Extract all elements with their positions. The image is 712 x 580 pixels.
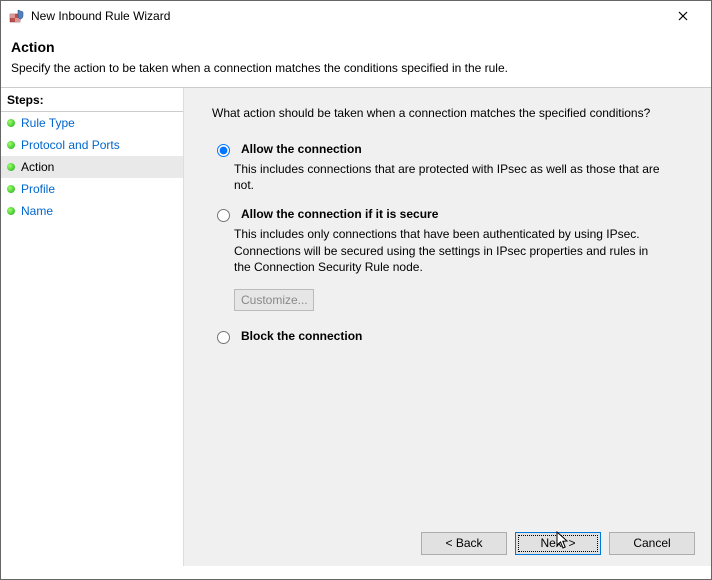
step-label: Name <box>21 204 53 218</box>
customize-wrap: Customize... <box>234 289 691 311</box>
steps-heading: Steps: <box>1 90 183 112</box>
customize-button: Customize... <box>234 289 314 311</box>
page-title: Action <box>11 39 701 55</box>
next-button[interactable]: Next > <box>515 532 601 555</box>
radio-block[interactable] <box>217 331 230 344</box>
step-profile[interactable]: Profile <box>1 178 183 200</box>
window-title: New Inbound Rule Wizard <box>31 9 663 23</box>
step-label: Action <box>21 160 54 174</box>
radio-allow-secure[interactable] <box>217 209 230 222</box>
title-bar: New Inbound Rule Wizard <box>1 1 711 31</box>
step-bullet-icon <box>7 185 15 193</box>
step-bullet-icon <box>7 207 15 215</box>
step-bullet-icon <box>7 141 15 149</box>
radio-allow[interactable] <box>217 144 230 157</box>
option-allow-secure: Allow the connection if it is secure <box>212 207 691 222</box>
option-desc-allow: This includes connections that are prote… <box>234 161 664 193</box>
step-name[interactable]: Name <box>1 200 183 222</box>
body: Steps: Rule Type Protocol and Ports Action… <box>1 88 711 566</box>
steps-sidebar: Steps: Rule Type Protocol and Ports Action… <box>1 88 183 566</box>
header-area: Action Specify the action to be taken wh… <box>1 31 711 83</box>
option-allow: Allow the connection <box>212 142 691 157</box>
step-label: Protocol and Ports <box>21 138 120 152</box>
step-rule-type[interactable]: Rule Type <box>1 112 183 134</box>
step-bullet-icon <box>7 163 15 171</box>
step-label: Profile <box>21 182 55 196</box>
firewall-wizard-icon <box>9 8 25 24</box>
main-panel: What action should be taken when a conne… <box>183 88 711 566</box>
back-button[interactable]: < Back <box>421 532 507 555</box>
option-desc-allow-secure: This includes only connections that have… <box>234 226 664 275</box>
wizard-window: New Inbound Rule Wizard Action Specify t… <box>0 0 712 580</box>
step-action[interactable]: Action <box>1 156 183 178</box>
option-block: Block the connection <box>212 329 691 344</box>
question-text: What action should be taken when a conne… <box>212 106 691 120</box>
step-bullet-icon <box>7 119 15 127</box>
option-title-allow-secure[interactable]: Allow the connection if it is secure <box>241 207 438 221</box>
step-label: Rule Type <box>21 116 75 130</box>
page-description: Specify the action to be taken when a co… <box>11 61 701 75</box>
option-title-block[interactable]: Block the connection <box>241 329 362 343</box>
option-title-allow[interactable]: Allow the connection <box>241 142 362 156</box>
footer-buttons: < Back Next > Cancel <box>184 520 711 566</box>
cancel-button[interactable]: Cancel <box>609 532 695 555</box>
step-protocol-and-ports[interactable]: Protocol and Ports <box>1 134 183 156</box>
close-button[interactable] <box>663 6 703 26</box>
